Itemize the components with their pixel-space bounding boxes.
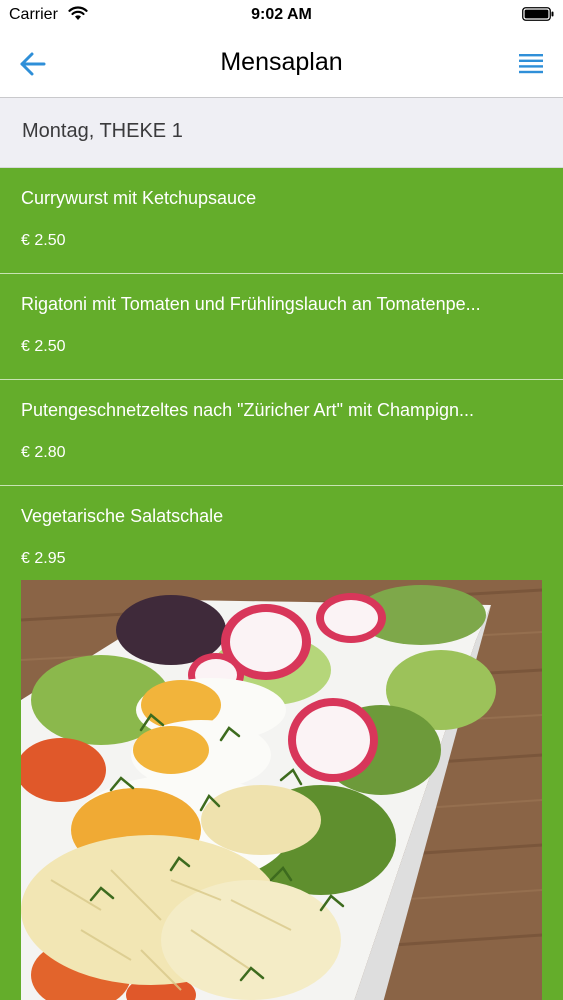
status-bar: Carrier 9:02 AM <box>0 0 563 32</box>
menu-item-currywurst[interactable]: Currywurst mit Ketchupsauce € 2.50 <box>0 168 563 274</box>
menu-item-price: € 2.95 <box>21 550 66 567</box>
menu-item-name: Currywurst mit Ketchupsauce <box>21 188 257 208</box>
navigation-bar: Mensaplan <box>0 32 563 98</box>
menu-item-salatschale[interactable]: Vegetarische Salatschale € 2.95 <box>0 486 563 1000</box>
salad-bowl-photo <box>21 580 542 1000</box>
menu-item-price: € 2.50 <box>21 232 66 249</box>
menu-item-putengeschnetzeltes[interactable]: Putengeschnetzeltes nach "Züricher Art" … <box>0 380 563 486</box>
menu-list: Currywurst mit Ketchupsauce € 2.50 Rigat… <box>0 168 563 1000</box>
menu-item-name: Putengeschnetzeltes nach "Züricher Art" … <box>21 400 474 420</box>
menu-item-price: € 2.50 <box>21 338 66 355</box>
menu-item-name: Rigatoni mit Tomaten und Frühlingslauch … <box>21 294 481 314</box>
menu-item-rigatoni[interactable]: Rigatoni mit Tomaten und Frühlingslauch … <box>0 274 563 380</box>
section-header: Montag, THEKE 1 <box>0 98 563 168</box>
page-title: Mensaplan <box>220 48 343 76</box>
battery-icon <box>522 7 554 21</box>
list-menu-icon[interactable] <box>517 50 545 78</box>
menu-item-name: Vegetarische Salatschale <box>21 506 224 526</box>
clock: 9:02 AM <box>251 6 312 23</box>
section-title: Montag, THEKE 1 <box>22 120 183 142</box>
menu-item-price: € 2.80 <box>21 444 66 461</box>
